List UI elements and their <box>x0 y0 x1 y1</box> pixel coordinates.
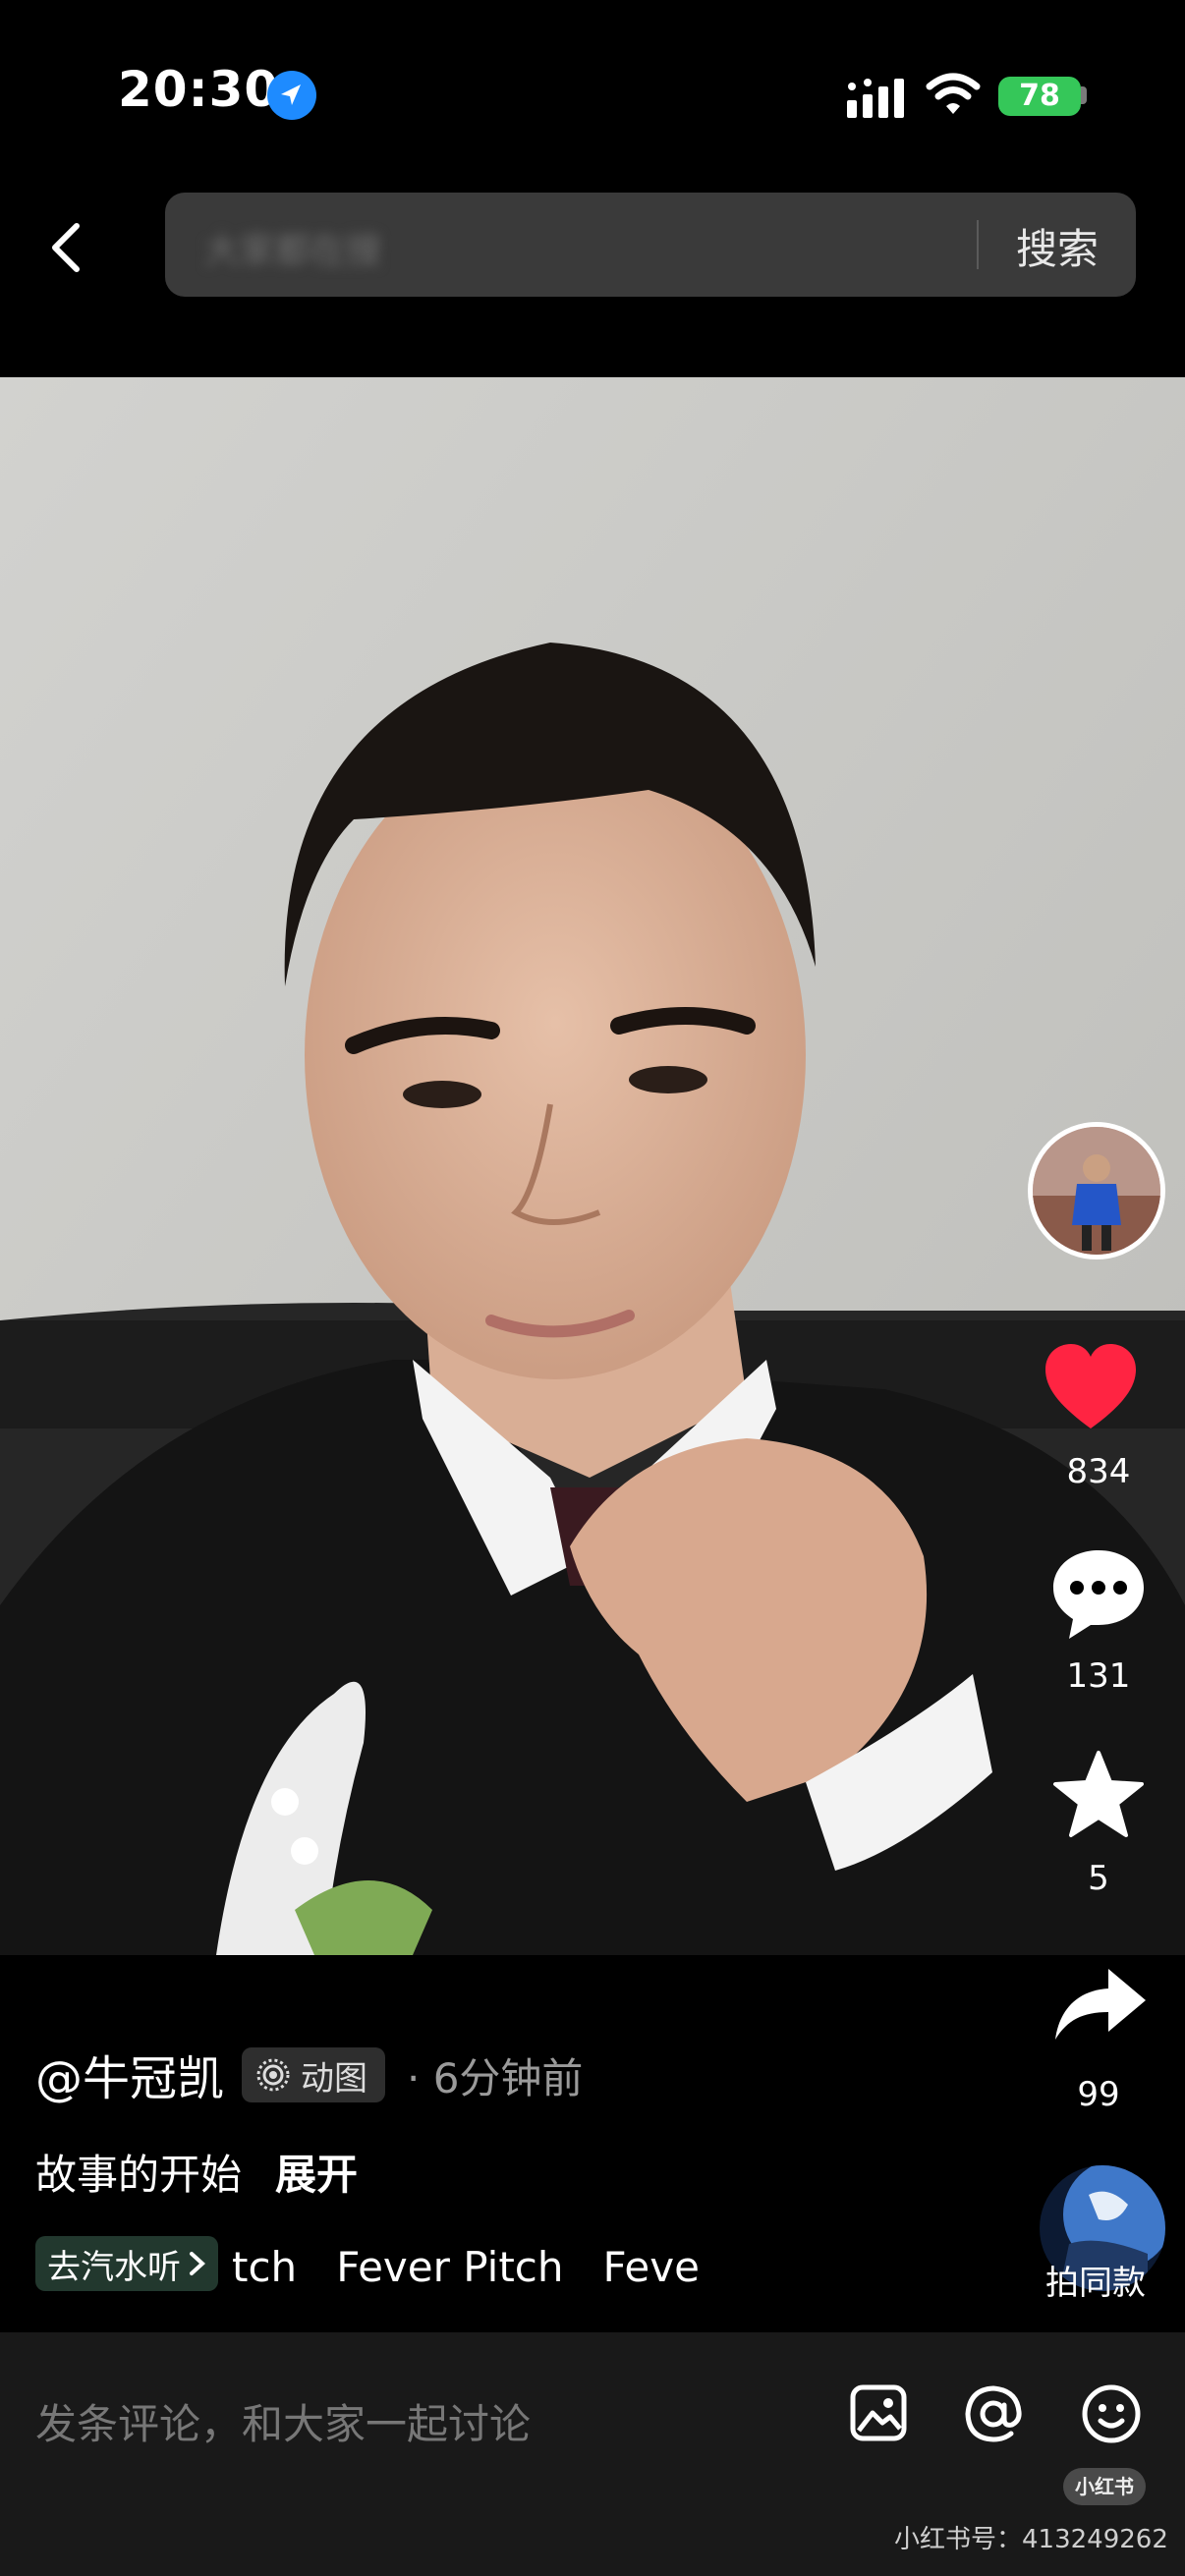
status-bar: 20:30 78 <box>0 0 1185 177</box>
post-type-badge: 动图 <box>242 2047 385 2102</box>
collect-button[interactable] <box>1051 1749 1146 1845</box>
like-count: 834 <box>1066 1452 1131 1491</box>
collect-count: 5 <box>1088 1859 1109 1898</box>
post-caption: 故事的开始 <box>35 2151 243 2199</box>
like-button[interactable] <box>1042 1340 1140 1438</box>
mention-button[interactable] <box>963 2383 1024 2448</box>
emoji-button[interactable] <box>1081 2383 1142 2448</box>
comment-bubble-icon <box>1053 1550 1144 1639</box>
comment-count: 131 <box>1066 1656 1131 1696</box>
search-button[interactable]: 搜索 <box>1016 216 1099 276</box>
status-time: 20:30 <box>118 61 280 118</box>
location-arrow-icon <box>267 71 316 120</box>
back-button[interactable] <box>39 208 98 287</box>
comment-button[interactable] <box>1049 1546 1148 1645</box>
avatar-image <box>1033 1127 1160 1255</box>
live-photo-icon <box>256 2058 290 2092</box>
image-button[interactable] <box>849 2383 908 2446</box>
heart-icon <box>1045 1344 1136 1428</box>
smiley-icon <box>1082 2384 1141 2443</box>
music-chip-label: 去汽水听 <box>47 2247 181 2287</box>
battery-tip <box>1081 86 1087 104</box>
battery-indicator: 78 <box>998 77 1081 116</box>
chevron-left-icon <box>52 223 80 272</box>
comment-input[interactable]: 发条评论，和大家一起讨论 <box>35 2391 531 2451</box>
chevron-right-icon <box>190 2252 205 2275</box>
post-photo[interactable] <box>0 377 1185 1955</box>
post-time: · 6分钟前 <box>407 2054 584 2102</box>
author-name[interactable]: @牛冠凯 <box>35 2040 224 2108</box>
share-count: 99 <box>1077 2075 1120 2114</box>
wifi-icon <box>926 71 981 118</box>
star-icon <box>1053 1751 1144 1837</box>
share-arrow-icon <box>1055 1969 1146 2040</box>
music-app-button[interactable]: 去汽水听 <box>35 2236 218 2291</box>
music-track-title[interactable]: tch Fever Pitch Feve <box>232 2236 713 2299</box>
watermark-id: 小红书号：413249262 <box>894 2525 1168 2554</box>
author-avatar[interactable] <box>1028 1122 1165 1260</box>
cellular-signal-icon <box>847 79 908 118</box>
watermark-logo: 小红书 <box>1063 2468 1146 2505</box>
search-divider <box>977 220 979 269</box>
at-sign-icon <box>965 2385 1022 2442</box>
post-type-label: 动图 <box>301 2058 367 2099</box>
search-input[interactable]: 大家都在搜 <box>204 222 617 271</box>
comment-bar: 发条评论，和大家一起讨论 小红书 小红书号：413249262 <box>0 2332 1185 2576</box>
music-track-text: tch Fever Pitch Feve <box>232 2243 700 2291</box>
share-button[interactable] <box>1053 1965 1148 2047</box>
same-style-label[interactable]: 拍同款 <box>1045 2256 1146 2304</box>
search-box[interactable]: 大家都在搜 搜索 <box>165 193 1136 297</box>
selfie-image <box>0 377 1185 1955</box>
expand-button[interactable]: 展开 <box>275 2142 358 2202</box>
image-icon <box>850 2384 907 2441</box>
